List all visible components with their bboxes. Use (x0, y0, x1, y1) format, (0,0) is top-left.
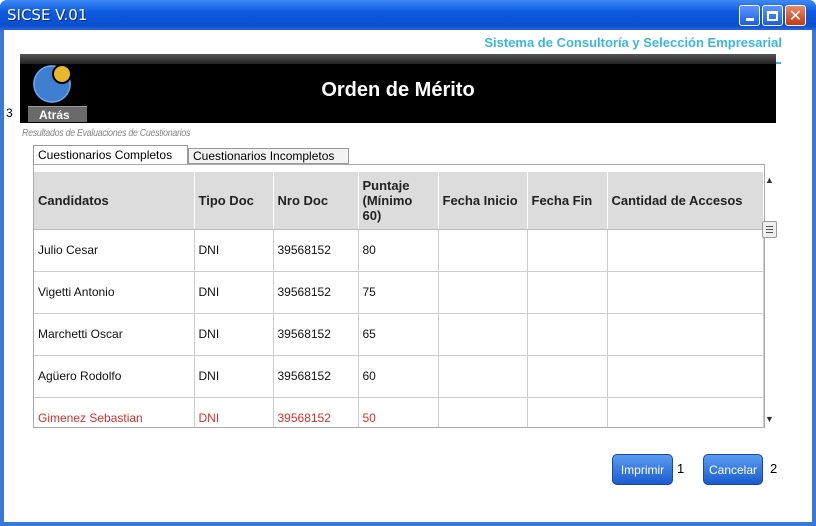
cell-fecha-fin (527, 313, 608, 356)
cell-fecha-inicio (438, 271, 528, 314)
cell-candidato: Gimenez Sebastian (34, 397, 195, 427)
table-row[interactable]: Marchetti Oscar DNI 39568152 65 (34, 313, 764, 356)
tab-completos[interactable]: Cuestionarios Completos (33, 145, 188, 165)
annotation-marker-3: 3 (6, 106, 13, 120)
window-title: SICSE V.01 (7, 6, 88, 24)
column-header-tipo-doc[interactable]: Tipo Doc (194, 172, 274, 230)
cell-fecha-fin (527, 271, 608, 314)
column-header-fecha-fin[interactable]: Fecha Fin (527, 172, 608, 230)
cell-puntaje: 80 (358, 229, 439, 272)
back-button[interactable]: Atrás (28, 106, 87, 122)
cell-accesos (607, 355, 764, 398)
cell-fecha-fin (527, 355, 608, 398)
table-header-row: Candidatos Tipo Doc Nro Doc Puntaje (Mín… (34, 172, 764, 230)
cell-puntaje: 60 (358, 355, 439, 398)
cell-fecha-fin (527, 229, 608, 272)
column-header-fecha-inicio[interactable]: Fecha Inicio (438, 172, 528, 230)
cell-nro-doc: 39568152 (273, 229, 359, 272)
cell-candidato: Vigetti Antonio (34, 271, 195, 314)
cell-nro-doc: 39568152 (273, 397, 359, 427)
window-content: Sistema de Consultoría y Selección Empre… (4, 30, 812, 522)
cell-candidato: Marchetti Oscar (34, 313, 195, 356)
page-header: Orden de Mérito Atrás (20, 54, 776, 123)
cell-puntaje: 65 (358, 313, 439, 356)
column-header-puntaje[interactable]: Puntaje (Mínimo 60) (358, 172, 439, 230)
cell-candidato: Julio Cesar (34, 229, 195, 272)
app-window: SICSE V.01 ✕ Sistema de Consultoría y Se… (0, 0, 816, 526)
cell-accesos (607, 313, 764, 356)
column-header-nro-doc[interactable]: Nro Doc (273, 172, 359, 230)
results-grid: Candidatos Tipo Doc Nro Doc Puntaje (Mín… (33, 164, 765, 428)
cell-tipo-doc: DNI (194, 313, 274, 356)
print-button[interactable]: Imprimir (612, 454, 673, 485)
tab-incompletos[interactable]: Cuestionarios Incompletos (188, 148, 349, 164)
close-button[interactable]: ✕ (785, 5, 806, 26)
annotation-marker-2: 2 (770, 461, 778, 476)
cell-fecha-inicio (438, 355, 528, 398)
annotation-marker-1: 1 (677, 461, 685, 476)
column-header-accesos[interactable]: Cantidad de Accesos (607, 172, 764, 230)
scroll-up-icon[interactable]: ▲ (765, 175, 774, 185)
column-header-candidatos[interactable]: Candidatos (34, 172, 195, 230)
cell-fecha-fin (527, 397, 608, 427)
scrollbar-thumb[interactable] (762, 221, 777, 238)
table-row[interactable]: Vigetti Antonio DNI 39568152 75 (34, 271, 764, 314)
maximize-icon (767, 10, 778, 21)
cell-candidato: Agüero Rodolfo (34, 355, 195, 398)
cell-accesos (607, 397, 764, 427)
cell-fecha-inicio (438, 229, 528, 272)
cell-fecha-inicio (438, 313, 528, 356)
cell-fecha-inicio (438, 397, 528, 427)
table-row[interactable]: Agüero Rodolfo DNI 39568152 60 (34, 355, 764, 398)
cell-tipo-doc: DNI (194, 397, 274, 427)
cell-tipo-doc: DNI (194, 271, 274, 314)
table-row-below-minimum[interactable]: Gimenez Sebastian DNI 39568152 50 (34, 397, 764, 427)
table-row[interactable]: Julio Cesar DNI 39568152 80 (34, 229, 764, 272)
close-icon: ✕ (788, 5, 803, 25)
cell-accesos (607, 229, 764, 272)
header-bar (20, 54, 776, 64)
title-bar[interactable]: SICSE V.01 ✕ (0, 0, 816, 30)
cancel-button[interactable]: Cancelar (703, 454, 763, 485)
scroll-down-icon[interactable]: ▼ (765, 414, 774, 424)
cell-puntaje: 50 (358, 397, 439, 427)
cell-tipo-doc: DNI (194, 355, 274, 398)
maximize-button[interactable] (762, 5, 783, 26)
cell-tipo-doc: DNI (194, 229, 274, 272)
cell-nro-doc: 39568152 (273, 271, 359, 314)
cell-accesos (607, 271, 764, 314)
minimize-button[interactable] (739, 5, 760, 26)
page-title: Orden de Mérito (321, 79, 475, 101)
minimize-icon (745, 18, 754, 21)
column-header-puntaje-label: Puntaje (Mínimo 60) (362, 177, 413, 223)
results-table: Candidatos Tipo Doc Nro Doc Puntaje (Mín… (34, 172, 764, 427)
cell-nro-doc: 39568152 (273, 355, 359, 398)
cell-nro-doc: 39568152 (273, 313, 359, 356)
section-subtitle: Resultados de Evaluaciones de Cuestionar… (22, 128, 191, 139)
cell-puntaje: 75 (358, 271, 439, 314)
company-name: Sistema de Consultoría y Selección Empre… (484, 35, 782, 50)
